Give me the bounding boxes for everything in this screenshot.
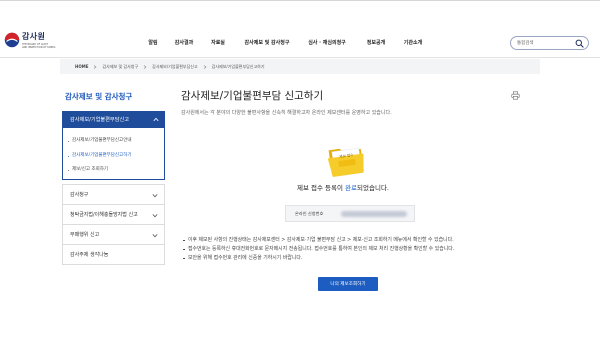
logo-subtitle-line-2: AND INSPECTION OF KOREA — [22, 46, 56, 49]
nav-item-audit-results[interactable]: 감사결과 — [175, 40, 193, 46]
sidebar-item-audit-report[interactable]: 감사제보/기업불편부담신고 — [62, 111, 165, 128]
breadcrumb-home[interactable]: HOME — [75, 64, 88, 69]
nav-item-notice[interactable]: 알림 — [148, 40, 157, 46]
my-report-lookup-button[interactable]: 나의 제보조회하기 — [318, 277, 378, 291]
notice-list: 이후 제보된 사항의 진행상태는 감사제보센터 > 감사제보·기업 불편부담 신… — [182, 236, 522, 263]
notice-item: 보안을 위해 접수번호 관리에 신중을 기하시기 바랍니다. — [182, 254, 522, 263]
site-logo[interactable]: 감사원 THE BOARD OF AUDIT AND INSPECTION OF… — [0, 1, 62, 57]
sidebar-item-audit-request[interactable]: 감사청구 — [62, 184, 165, 205]
completion-message-text: 되었습니다. — [357, 184, 389, 192]
nav-item-disclosure[interactable]: 정보공개 — [367, 40, 385, 46]
bai-emblem-icon — [4, 32, 20, 48]
chevron-down-icon — [152, 234, 158, 238]
submenu-item-guide[interactable]: 감사제보/기업불편부담신고안내 — [67, 138, 131, 144]
submenu-item-report[interactable]: 감사제보/기업불편부담신고하기 — [67, 153, 131, 159]
sidebar-item-label: 감사주제 생각나눔 — [70, 252, 109, 258]
search-input[interactable] — [517, 39, 573, 48]
breadcrumb-item[interactable]: 감사제보/기업불편부담신고 — [152, 64, 198, 70]
completion-highlight: 완료 — [345, 184, 358, 192]
nav-item-review-request[interactable]: 심사 · 재심의청구 — [308, 40, 346, 46]
sidebar-item-label: 부패행위 신고 — [70, 232, 100, 238]
breadcrumb-list: HOME 감사제보 및 감사청구 감사제보/기업불편부담신고 감사제보/기업불편… — [75, 59, 265, 74]
chevron-right-icon — [94, 64, 97, 69]
sidebar-item-corruption-report[interactable]: 부패행위 신고 — [62, 224, 165, 245]
site-header: 감사원 THE BOARD OF AUDIT AND INSPECTION OF… — [0, 0, 600, 58]
page-description: 감사원에서는 각 분야의 다양한 불편사항을 신속히 해결하고자 온라인 제보센… — [181, 110, 392, 116]
application-number-label: 온라인 신청번호 — [295, 211, 324, 216]
notice-item: 이후 제보된 사항의 진행상태는 감사제보센터 > 감사제보·기업 불편부담 신… — [182, 236, 522, 245]
chevron-right-icon — [143, 64, 147, 69]
sidebar-item-audit-topic-sharing[interactable]: 감사주제 생각나눔 — [62, 244, 165, 265]
breadcrumb-item-current[interactable]: 감사제보/기업불편부담신고하기 — [212, 64, 265, 70]
sidebar-item-label: 감사청구 — [70, 192, 89, 198]
completion-message-text: 제보 접수 등록이 — [297, 184, 346, 192]
logo-title: 감사원 — [22, 32, 46, 41]
notice-item: 접수번호는 등록하신 휴대전화번호로 문자메시지 전송됩니다. 접수번호를 통하… — [182, 245, 522, 254]
chevron-down-icon — [152, 214, 158, 218]
search-icon[interactable] — [575, 39, 584, 48]
completion-message: 제보 접수 등록이 완료되었습니다. — [240, 184, 446, 192]
page-title: 감사제보/기업불편부담 신고하기 — [181, 90, 324, 102]
sidebar-title: 감사제보 및 감사청구 — [65, 92, 133, 101]
sidebar-submenu: 감사제보/기업불편부담신고안내 감사제보/기업불편부담신고하기 제보/신고 조회… — [62, 128, 165, 180]
search-box — [510, 36, 589, 50]
application-number-value — [341, 211, 407, 217]
application-number-box: 온라인 신청번호 — [285, 205, 415, 222]
breadcrumb: HOME 감사제보 및 감사청구 감사제보/기업불편부담신고 감사제보/기업불편… — [60, 59, 540, 74]
breadcrumb-item[interactable]: 감사제보 및 감사청구 — [102, 64, 138, 70]
nav-item-archive[interactable]: 자료실 — [211, 40, 225, 46]
submenu-item-lookup[interactable]: 제보/신고 조회하기 — [67, 167, 108, 173]
logo-subtitle: THE BOARD OF AUDIT AND INSPECTION OF KOR… — [22, 43, 55, 49]
chevron-up-icon — [153, 117, 159, 122]
chevron-right-icon — [203, 64, 207, 69]
nav-item-about[interactable]: 기관소개 — [404, 40, 422, 46]
printer-icon[interactable] — [511, 91, 520, 100]
sidebar-item-label: 감사제보/기업불편부담신고 — [70, 117, 130, 123]
nav-item-audit-report[interactable]: 감사제보 및 감사청구 — [245, 40, 290, 46]
folder-icon — [327, 147, 364, 178]
chevron-down-icon — [152, 194, 158, 198]
sidebar-item-label: 청탁금지법/이해충돌방지법 신고 — [70, 212, 138, 218]
sidebar-item-anti-graft[interactable]: 청탁금지법/이해충돌방지법 신고 — [62, 204, 165, 225]
